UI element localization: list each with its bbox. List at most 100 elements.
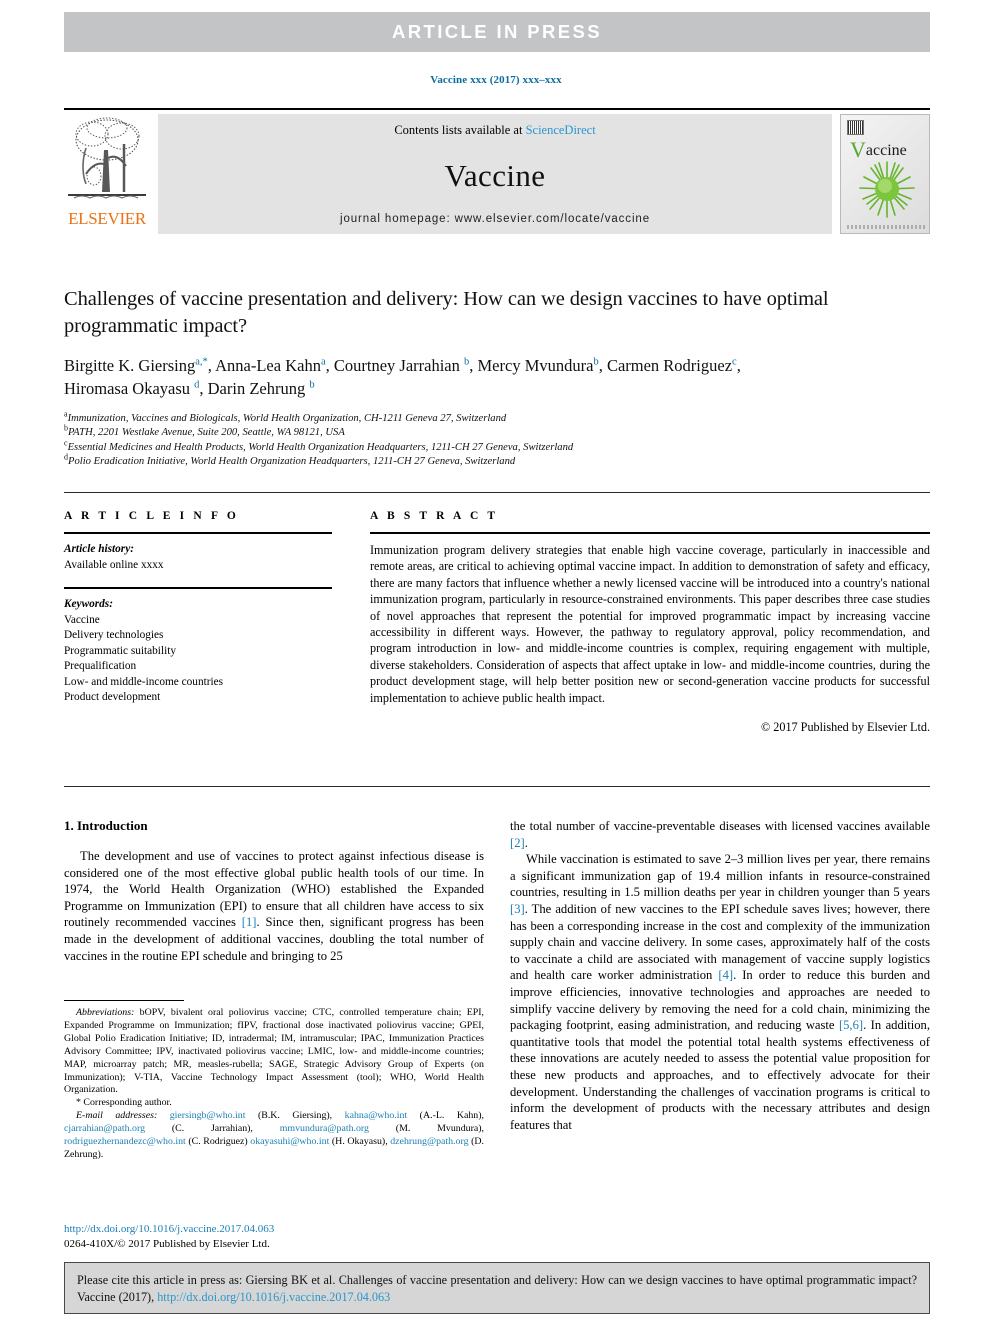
keywords-divider — [64, 587, 332, 589]
article-history-value: Available online xxxx — [64, 558, 164, 571]
body-column-right: the total number of vaccine-preventable … — [510, 818, 930, 1133]
cite-doi-link[interactable]: http://dx.doi.org/10.1016/j.vaccine.2017… — [157, 1290, 390, 1304]
affiliation-item: dPolio Eradication Initiative, World Hea… — [64, 453, 930, 469]
journal-homepage-link[interactable]: journal homepage: www.elsevier.com/locat… — [340, 213, 650, 225]
article-in-press-banner: ARTICLE IN PRESS — [64, 12, 930, 52]
author-separator: , Anna-Lea Kahn — [207, 356, 321, 375]
article-info-heading: A R T I C L E I N F O — [64, 510, 239, 522]
journal-masthead: ELSEVIER Contents lists available at Sci… — [64, 108, 930, 236]
footnote-block: Abbreviations: bOPV, bivalent oral polio… — [64, 1000, 484, 1162]
info-section-top-rule — [64, 492, 930, 493]
email-link[interactable]: cjarrahian@path.org — [64, 1123, 145, 1134]
cite-this-article-text: Please cite this article in press as: Gi… — [77, 1272, 917, 1306]
affiliation-text: Essential Medicines and Health Products,… — [67, 441, 574, 453]
citation-ref-2[interactable]: [2] — [510, 836, 525, 850]
email-owner: (A.-L. Kahn), — [407, 1110, 484, 1122]
email-link[interactable]: mmvundura@path.org — [280, 1123, 369, 1134]
introduction-heading: 1. Introduction — [64, 818, 148, 833]
contents-prefix-label: Contents lists available at — [394, 123, 526, 137]
affiliation-text: Polio Eradication Initiative, World Heal… — [68, 456, 516, 468]
abstract-column: A B S T R A C T Immunization program del… — [370, 510, 930, 735]
journal-title: Vaccine — [444, 157, 546, 193]
email-link[interactable]: kahna@who.int — [345, 1110, 408, 1121]
email-addresses-label: E-mail addresses: — [76, 1110, 158, 1122]
paragraph: the total number of vaccine-preventable … — [510, 818, 930, 851]
elsevier-wordmark: ELSEVIER — [68, 209, 146, 228]
abstract-divider — [370, 532, 930, 534]
elsevier-tree-icon — [68, 117, 146, 199]
paragraph: While vaccination is estimated to save 2… — [510, 851, 930, 1133]
email-addresses-footnote: E-mail addresses: giersingb@who.int (B.K… — [64, 1110, 484, 1162]
author-name: Hiromasa Okayasu — [64, 379, 195, 398]
author-name: Birgitte K. Giersing — [64, 356, 196, 375]
abstract-text: Immunization program delivery strategies… — [370, 543, 930, 705]
article-info-column: A R T I C L E I N F O Article history: A… — [64, 510, 332, 706]
email-owner: (H. Okayasu), — [329, 1136, 391, 1148]
article-in-press-label: ARTICLE IN PRESS — [391, 21, 603, 42]
email-link[interactable]: okayasuhi@who.int — [250, 1136, 329, 1147]
affiliation-item: bPATH, 2201 Westlake Avenue, Suite 200, … — [64, 424, 930, 440]
cover-barcode-icon — [847, 120, 864, 135]
sciencedirect-link[interactable]: ScienceDirect — [526, 123, 596, 137]
elsevier-logo: ELSEVIER — [64, 114, 150, 234]
article-history-label: Article history: — [64, 543, 134, 555]
email-link[interactable]: dzehrung@path.org — [390, 1136, 468, 1147]
abstract-copyright: © 2017 Published by Elsevier Ltd. — [760, 720, 930, 735]
article-info-divider — [64, 532, 332, 534]
email-link[interactable]: rodriguezhernandezc@who.int — [64, 1136, 186, 1147]
email-owner: (C. Rodriguez) — [185, 1136, 251, 1148]
affiliation-item: cEssential Medicines and Health Products… — [64, 439, 930, 455]
cover-virus-illustration-icon — [859, 161, 915, 218]
paragraph-text: . In addition, quantitative tools that m… — [510, 1018, 930, 1132]
masthead-center-panel: Contents lists available at ScienceDirec… — [158, 114, 832, 234]
email-link[interactable]: giersingb@who.int — [170, 1110, 246, 1121]
corresponding-author-footnote: * Corresponding author. — [76, 1097, 172, 1109]
paragraph-text: the total number of vaccine-preventable … — [510, 819, 930, 833]
journal-running-head: Vaccine xxx (2017) xxx–xxx — [430, 74, 562, 86]
author-list: Birgitte K. Giersinga,*, Anna-Lea Kahna,… — [64, 354, 930, 400]
paragraph-text: . — [524, 835, 528, 850]
keyword-item: Vaccine — [64, 613, 100, 626]
affiliation-text: Immunization, Vaccines and Biologicals, … — [67, 413, 507, 424]
cover-title-rest: accine — [865, 142, 907, 159]
abbreviations-label: Abbreviations: — [76, 1007, 135, 1018]
cover-title-initial: V — [850, 137, 866, 162]
author-separator: , Courtney Jarrahian — [325, 356, 464, 375]
email-owner: (M. Mvundura), — [368, 1123, 484, 1135]
masthead-top-rule — [64, 108, 930, 110]
body-column-left: 1. Introduction The development and use … — [64, 818, 484, 964]
email-owner: (B.K. Giersing), — [245, 1110, 345, 1122]
abbreviations-text: bOPV, bivalent oral poliovirus vaccine; … — [64, 1007, 484, 1096]
cover-caption-strip — [847, 225, 925, 229]
contents-available-line: Contents lists available at ScienceDirec… — [394, 123, 595, 138]
affiliation-item: aImmunization, Vaccines and Biologicals,… — [64, 410, 930, 426]
abstract-section-bottom-rule — [64, 786, 930, 787]
citation-ref-5[interactable]: [5,6] — [839, 1018, 863, 1032]
author-separator: , — [736, 356, 741, 375]
affiliation-list: aImmunization, Vaccines and Biologicals,… — [64, 410, 930, 470]
author-affil-mark[interactable]: a,* — [195, 357, 208, 368]
email-owner: (C. Jarrahian), — [145, 1123, 280, 1135]
keyword-item: Prequalification — [64, 660, 137, 672]
abstract-heading: A B S T R A C T — [370, 510, 499, 522]
page-title: Challenges of vaccine presentation and d… — [64, 288, 829, 337]
title-block: Challenges of vaccine presentation and d… — [64, 286, 930, 470]
doi-block: http://dx.doi.org/10.1016/j.vaccine.2017… — [64, 1222, 484, 1251]
keyword-item: Delivery technologies — [64, 629, 164, 641]
paragraph-text: While vaccination is estimated to save 2… — [510, 852, 930, 900]
author-separator: , Darin Zehrung — [199, 379, 310, 398]
citation-ref-1[interactable]: [1] — [242, 915, 257, 929]
author-separator: , Mercy Mvundura — [469, 356, 594, 375]
paragraph: The development and use of vaccines to p… — [64, 848, 484, 964]
affiliation-text: PATH, 2201 Westlake Avenue, Suite 200, S… — [68, 427, 345, 439]
author-separator: , Carmen Rodriguez — [598, 356, 733, 375]
journal-cover-thumbnail: Vaccine — [840, 114, 930, 234]
abbreviations-footnote: Abbreviations: bOPV, bivalent oral polio… — [64, 1007, 484, 1097]
keyword-item: Low- and middle-income countries — [64, 675, 224, 688]
author-affil-mark[interactable]: b — [309, 380, 314, 391]
citation-ref-3[interactable]: [3] — [510, 902, 525, 916]
citation-ref-4[interactable]: [4] — [718, 968, 733, 982]
doi-link[interactable]: http://dx.doi.org/10.1016/j.vaccine.2017… — [64, 1222, 484, 1237]
footnote-separator-rule — [64, 1000, 184, 1001]
